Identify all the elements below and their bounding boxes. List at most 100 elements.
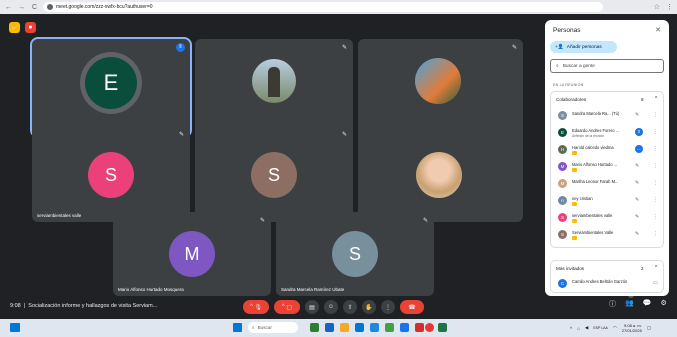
speaking-indicator-icon: ⦀ (635, 128, 643, 136)
mic-off-icon[interactable]: ✎ (635, 231, 639, 237)
browser-menu-icon[interactable]: ⋮ (666, 3, 673, 11)
mic-off-icon[interactable]: ✎ (635, 112, 639, 118)
taskbar-app-icon[interactable] (325, 323, 334, 332)
taskbar-app-icon[interactable] (370, 323, 379, 332)
video-tile-eduardo[interactable]: E ⦀ Eduardo Andres Forero Calixto (30, 37, 192, 138)
video-tile-sandra[interactable]: S ✎ Sandra Marcela Ramírez Ubate (276, 212, 434, 296)
present-button[interactable]: ⇧ (343, 300, 357, 314)
video-tile-serviambientales-1[interactable]: S ✎ serviambientales valle (32, 126, 190, 222)
chat-icon[interactable]: ▭ (653, 280, 658, 286)
browser-toolbar: ← → C meet.google.com/zzz-xwfx-bcu?authu… (0, 0, 677, 14)
taskbar-search-label: Buscar (257, 325, 272, 330)
participant-row[interactable]: S serviambientales valle ✋ ✎ ⋮ (556, 211, 664, 225)
video-tile-ney[interactable]: ✎ ney cristian (358, 39, 523, 136)
guest-row[interactable]: C Camilo Andres Beltrán Garzón ▭ (556, 277, 664, 291)
wifi-icon[interactable]: ◠ (613, 325, 617, 331)
taskbar-search[interactable]: ⌕ Buscar (248, 322, 298, 333)
mic-off-icon[interactable]: ✎ (635, 180, 639, 186)
info-icon[interactable]: ⓘ (609, 299, 616, 309)
excel-icon[interactable] (438, 323, 447, 332)
add-people-label: Añadir personas (566, 44, 602, 50)
edge-icon[interactable] (355, 323, 364, 332)
network-icon[interactable]: ⌂ (577, 326, 580, 331)
avatar: M (558, 162, 567, 171)
folder-icon[interactable] (340, 323, 349, 332)
more-vert-icon[interactable]: ⋮ (653, 163, 658, 169)
leave-call-button[interactable]: ☎ (400, 300, 424, 314)
reload-icon[interactable]: C (30, 3, 39, 12)
video-tile-martha[interactable]: Martha Leonor Farah Manzanera (358, 126, 523, 222)
address-bar[interactable]: meet.google.com/zzz-xwfx-bcu?authuser=0 (43, 2, 603, 12)
chevron-up-icon[interactable]: ^ (570, 326, 572, 331)
more-vert-icon[interactable]: ⋮ (653, 197, 658, 203)
clock[interactable]: 9:08 a. m. 27/01/2025 (622, 323, 642, 333)
participant-row[interactable]: M Mario Alfonso Hurtado ... ✋ ✎ ⋮ (556, 160, 664, 174)
hand-queue-icon[interactable]: ✋ (9, 22, 20, 33)
mic-off-icon[interactable]: ✎ (635, 214, 639, 220)
participant-name: Sandra Marcela Ra... (Tú) (572, 111, 620, 116)
participant-row[interactable]: S Sandra Marcela Ra... (Tú) ✎ ⋮ (556, 109, 664, 123)
language-indicator[interactable]: ESP LAA (593, 326, 608, 330)
avatar: M (558, 179, 567, 188)
more-vert-icon[interactable]: ⋮ (653, 146, 658, 152)
mic-off-icon[interactable]: ✎ (635, 163, 639, 169)
captions-button[interactable]: ▤ (305, 300, 319, 314)
video-tile-serviambientales-2[interactable]: S ✎ Serviambientales Valle (195, 126, 353, 222)
widgets-icon[interactable] (10, 323, 20, 332)
volume-icon[interactable]: ◀ (585, 325, 588, 331)
chrome-icon[interactable] (425, 323, 434, 332)
taskbar-app-icon[interactable] (385, 323, 394, 332)
participant-row[interactable]: S Serviambientales Valle ✋ ✎ ⋮ (556, 228, 664, 242)
participant-row[interactable]: E Eduardo Andres Forero ... Anfitrión de… (556, 126, 664, 140)
taskbar-app-icon[interactable] (415, 323, 424, 332)
more-vert-icon[interactable]: ⋮ (653, 129, 658, 135)
activities-icon[interactable]: ⚙ (660, 299, 666, 309)
participant-row[interactable]: H Harold calcedo viedma ✋ — ⋮ (556, 143, 664, 157)
mic-toggle-button[interactable]: ^ 🎙 (243, 300, 269, 314)
emoji-button[interactable]: ☺ (324, 300, 338, 314)
more-vert-icon[interactable]: ⋮ (653, 180, 658, 186)
back-icon[interactable]: ← (4, 3, 13, 12)
avatar: S (558, 213, 567, 222)
bookmark-star-icon[interactable]: ☆ (654, 3, 660, 11)
panel-title: Personas (553, 27, 581, 34)
taskbar-app-icon[interactable] (310, 323, 319, 332)
participant-row[interactable]: M Martha Leonor Farah M... ✎ ⋮ (556, 177, 664, 191)
forward-icon[interactable]: → (17, 3, 26, 12)
raised-hand-icon: ✋ (572, 236, 577, 240)
windows-start-icon[interactable] (233, 323, 242, 332)
search-people-input[interactable]: ⌕ Buscar a gente (550, 59, 664, 73)
mic-off-icon[interactable]: ✎ (635, 197, 639, 203)
taskbar-app-icon[interactable] (400, 323, 409, 332)
group-label: Más invitados (556, 266, 585, 271)
participant-row[interactable]: n ney cristian ✋ ✎ ⋮ (556, 194, 664, 208)
video-tile-harold[interactable]: ✎ Harold calcedo viedma (195, 39, 353, 136)
avatar: E (558, 128, 567, 137)
more-vert-icon[interactable]: ⋮ (653, 214, 658, 220)
raised-hand-icon: ✋ (572, 202, 577, 206)
video-tile-mario[interactable]: M ✎ Mario Alfonso Hurtado Mosquera (113, 212, 271, 296)
meeting-time: 9:08 (10, 303, 21, 309)
group-count: 8 (641, 97, 644, 102)
more-guests-group: Más invitados 2 ^ C Camilo Andres Beltrá… (550, 260, 664, 293)
url-text: meet.google.com/zzz-xwfx-bcu?authuser=0 (56, 4, 153, 10)
participant-name: Mario Alfonso Hurtado ... (572, 162, 618, 167)
more-vert-icon[interactable]: ⋮ (653, 231, 658, 237)
participant-name: Mario Alfonso Hurtado Mosquera (118, 287, 184, 292)
camera-toggle-button[interactable]: ^ ▢ (274, 300, 300, 314)
more-vert-icon[interactable]: ⋮ (653, 112, 658, 118)
chevron-up-icon[interactable]: ^ (655, 96, 657, 102)
raise-hand-button[interactable]: ✋ (362, 300, 376, 314)
avatar: n (558, 196, 567, 205)
chat-icon[interactable]: 💬 (643, 299, 652, 309)
more-options-button[interactable]: ⋮ (381, 300, 395, 314)
people-panel: Personas ✕ +👤 Añadir personas ⌕ Buscar a… (545, 20, 669, 296)
notifications-icon[interactable]: ▢ (647, 325, 651, 331)
recording-icon[interactable]: ● (25, 22, 36, 33)
close-icon[interactable]: ✕ (655, 26, 661, 34)
mic-off-icon: ✎ (341, 132, 347, 138)
people-icon[interactable]: 👥 9 (625, 292, 634, 309)
site-info-icon[interactable] (47, 4, 53, 10)
add-people-button[interactable]: +👤 Añadir personas (550, 41, 617, 53)
chevron-up-icon[interactable]: ^ (655, 265, 657, 271)
